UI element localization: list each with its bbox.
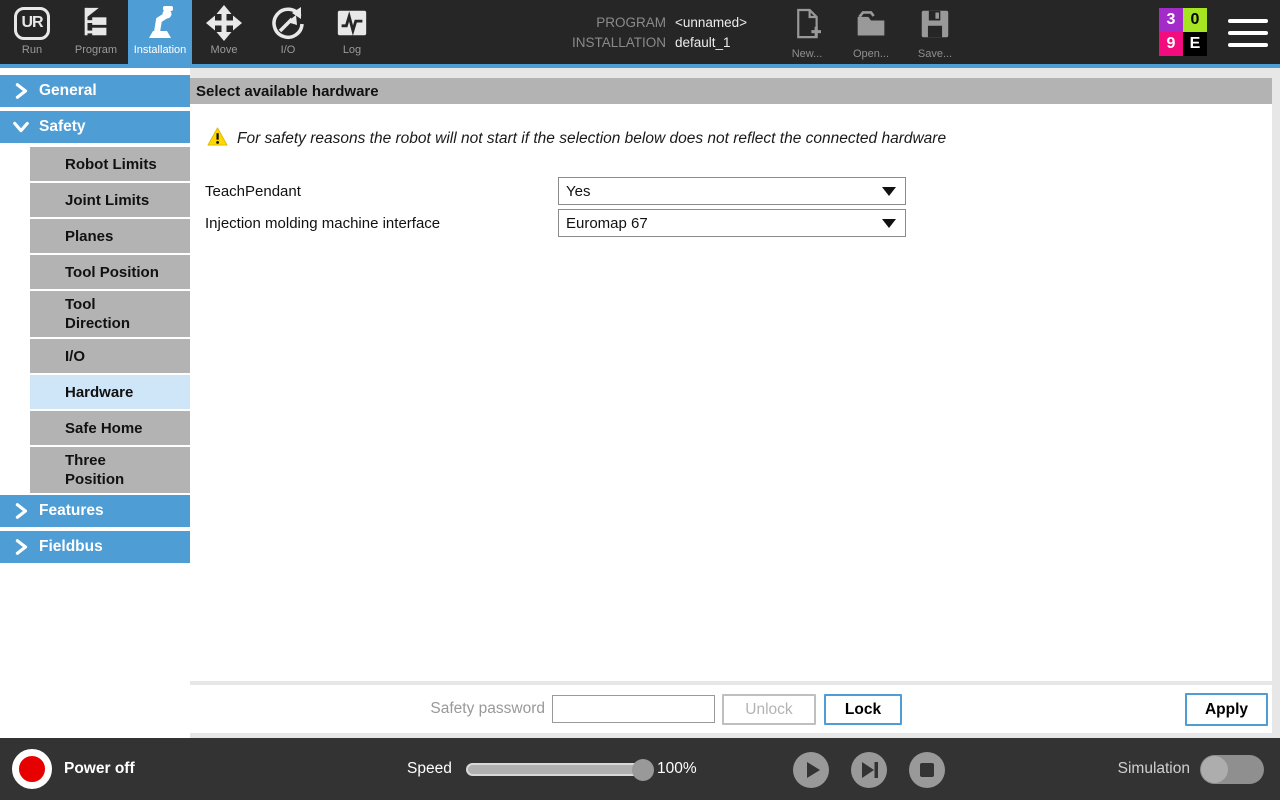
sidebar-item-three-position[interactable]: Three Position bbox=[30, 447, 190, 493]
sidebar-item-joint-limits[interactable]: Joint Limits bbox=[30, 183, 190, 217]
power-status-icon[interactable] bbox=[12, 749, 52, 789]
footer-bar: Power off Speed 100% Simulation bbox=[0, 738, 1280, 800]
teachpendant-label: TeachPendant bbox=[205, 177, 301, 205]
hamburger-icon bbox=[1228, 19, 1268, 23]
new-file-button[interactable]: New... bbox=[777, 8, 837, 60]
tab-log-label: Log bbox=[343, 44, 361, 56]
sidebar-item-robot-limits[interactable]: Robot Limits bbox=[30, 147, 190, 181]
checksum-cell: 3 bbox=[1159, 8, 1183, 32]
main-tabs: UR Run Program Installation Move bbox=[0, 0, 384, 64]
warning-text: For safety reasons the robot will not st… bbox=[237, 130, 946, 148]
log-chart-icon bbox=[333, 4, 371, 42]
sidebar-item-hardware[interactable]: Hardware bbox=[30, 375, 190, 409]
safety-warning: For safety reasons the robot will not st… bbox=[207, 127, 946, 151]
tab-program-label: Program bbox=[75, 44, 117, 56]
robot-arm-icon bbox=[141, 4, 179, 42]
open-folder-icon bbox=[855, 8, 887, 45]
injection-molding-select[interactable]: Euromap 67 bbox=[558, 209, 906, 237]
tab-installation[interactable]: Installation bbox=[128, 0, 192, 64]
ur-logo-icon: UR bbox=[14, 7, 50, 40]
teachpendant-value: Yes bbox=[566, 183, 590, 200]
chevron-right-icon bbox=[12, 538, 30, 556]
sidebar-item-io[interactable]: I/O bbox=[30, 339, 190, 373]
speed-label: Speed bbox=[407, 738, 452, 800]
safety-checksum-badge: 3 0 9 E bbox=[1159, 8, 1207, 56]
chevron-right-icon bbox=[12, 82, 30, 100]
chevron-right-icon bbox=[12, 502, 30, 520]
sidebar-section-label: Features bbox=[39, 502, 104, 520]
tab-program[interactable]: Program bbox=[64, 0, 128, 64]
simulation-toggle-knob bbox=[1201, 756, 1228, 783]
program-info: PROGRAM <unnamed> INSTALLATION default_1 bbox=[560, 12, 747, 52]
speed-slider-thumb[interactable] bbox=[632, 759, 654, 781]
safety-password-label: Safety password bbox=[350, 685, 545, 733]
chevron-down-icon bbox=[12, 118, 30, 136]
speed-percent: 100% bbox=[657, 738, 697, 800]
stop-button[interactable] bbox=[909, 752, 945, 788]
sidebar-section-features[interactable]: Features bbox=[0, 495, 190, 527]
save-file-button[interactable]: Save... bbox=[905, 8, 965, 60]
safety-password-input[interactable] bbox=[552, 695, 715, 723]
new-file-label: New... bbox=[792, 48, 823, 60]
safety-password-bar: Safety password Unlock Lock Apply bbox=[190, 685, 1272, 733]
simulation-toggle[interactable] bbox=[1200, 755, 1264, 784]
save-file-label: Save... bbox=[918, 48, 952, 60]
sidebar-section-label: Fieldbus bbox=[39, 538, 103, 556]
checksum-cell: 0 bbox=[1183, 8, 1207, 32]
io-rotate-icon bbox=[269, 4, 307, 42]
hardware-settings-panel: For safety reasons the robot will not st… bbox=[190, 104, 1272, 681]
polyscope-app: UR Run Program Installation Move bbox=[0, 0, 1280, 800]
open-file-label: Open... bbox=[853, 48, 889, 60]
sidebar-item-safe-home[interactable]: Safe Home bbox=[30, 411, 190, 445]
lock-button[interactable]: Lock bbox=[824, 694, 902, 725]
save-floppy-icon bbox=[920, 8, 950, 45]
page-title: Select available hardware bbox=[190, 78, 1272, 104]
dropdown-arrow-icon bbox=[882, 215, 896, 232]
sidebar-section-label: General bbox=[39, 82, 97, 100]
installation-name: default_1 bbox=[675, 35, 731, 50]
simulation-label: Simulation bbox=[1090, 738, 1190, 800]
tab-run[interactable]: UR Run bbox=[0, 0, 64, 64]
installation-label: INSTALLATION bbox=[560, 35, 666, 50]
move-arrows-icon bbox=[205, 4, 243, 42]
program-name: <unnamed> bbox=[675, 15, 747, 30]
speed-slider[interactable] bbox=[466, 763, 652, 776]
play-button[interactable] bbox=[793, 752, 829, 788]
warning-triangle-icon bbox=[207, 127, 228, 151]
unlock-button[interactable]: Unlock bbox=[722, 694, 816, 725]
new-document-icon bbox=[793, 8, 821, 45]
apply-button[interactable]: Apply bbox=[1185, 693, 1268, 726]
injection-molding-value: Euromap 67 bbox=[566, 215, 648, 232]
step-button[interactable] bbox=[851, 752, 887, 788]
tab-run-label: Run bbox=[22, 44, 42, 56]
tab-move-label: Move bbox=[211, 44, 238, 56]
top-header-bar: UR Run Program Installation Move bbox=[0, 0, 1280, 68]
tab-io-label: I/O bbox=[281, 44, 296, 56]
tab-io[interactable]: I/O bbox=[256, 0, 320, 64]
injection-molding-label: Injection molding machine interface bbox=[205, 209, 440, 237]
sidebar-item-planes[interactable]: Planes bbox=[30, 219, 190, 253]
program-label: PROGRAM bbox=[560, 15, 666, 30]
tab-log[interactable]: Log bbox=[320, 0, 384, 64]
tab-installation-label: Installation bbox=[134, 44, 187, 56]
dropdown-arrow-icon bbox=[882, 183, 896, 200]
sidebar-item-tool-direction[interactable]: Tool Direction bbox=[30, 291, 190, 337]
sidebar-section-fieldbus[interactable]: Fieldbus bbox=[0, 531, 190, 563]
teachpendant-select[interactable]: Yes bbox=[558, 177, 906, 205]
power-status-label: Power off bbox=[64, 738, 135, 800]
sidebar-section-general[interactable]: General bbox=[0, 75, 190, 107]
sidebar-section-safety[interactable]: Safety bbox=[0, 111, 190, 143]
sidebar-section-label: Safety bbox=[39, 118, 86, 136]
checksum-cell: 9 bbox=[1159, 32, 1183, 56]
open-file-button[interactable]: Open... bbox=[841, 8, 901, 60]
tab-move[interactable]: Move bbox=[192, 0, 256, 64]
sidebar-item-tool-position[interactable]: Tool Position bbox=[30, 255, 190, 289]
checksum-cell: E bbox=[1183, 32, 1207, 56]
hamburger-menu-button[interactable] bbox=[1228, 19, 1268, 47]
program-tree-icon bbox=[77, 4, 115, 42]
installation-sidebar: General Safety Robot Limits Joint Limits… bbox=[0, 75, 190, 567]
